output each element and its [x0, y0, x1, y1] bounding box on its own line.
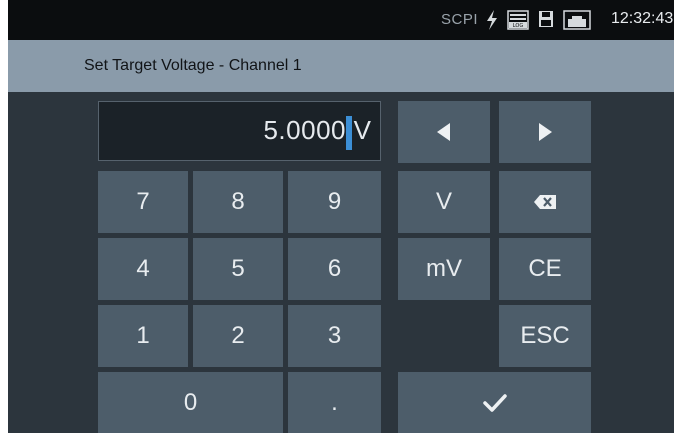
entry-unit: V	[353, 115, 371, 145]
flash-icon	[485, 10, 499, 35]
key-9[interactable]: 9	[288, 171, 381, 233]
key-4[interactable]: 4	[98, 238, 188, 300]
key-decimal-point[interactable]: .	[288, 372, 381, 433]
cursor-right-button[interactable]	[499, 101, 591, 163]
scpi-indicator: SCPI	[441, 11, 479, 28]
checkmark-icon	[482, 393, 507, 412]
dialog-title-bar: Set Target Voltage - Channel 1	[8, 40, 674, 92]
empty-key-slot	[398, 305, 490, 367]
key-8[interactable]: 8	[193, 171, 283, 233]
backspace-button[interactable]	[499, 171, 591, 233]
escape-button[interactable]: ESC	[499, 305, 591, 367]
svg-text:LOG: LOG	[513, 23, 524, 29]
backspace-icon	[534, 195, 556, 209]
key-2[interactable]: 2	[193, 305, 283, 367]
key-5[interactable]: 5	[193, 238, 283, 300]
value-entry-field[interactable]: 5.0000 V	[98, 101, 381, 161]
cursor-left-button[interactable]	[398, 101, 490, 163]
key-3[interactable]: 3	[288, 305, 381, 367]
status-bar: SCPI LOG 12:32:43	[8, 0, 674, 40]
arrow-right-icon	[538, 123, 552, 141]
clock: 12:32:43	[611, 10, 674, 27]
key-7[interactable]: 7	[98, 171, 188, 233]
text-cursor	[346, 116, 352, 150]
clear-entry-button[interactable]: CE	[499, 238, 591, 300]
key-1[interactable]: 1	[98, 305, 188, 367]
key-6[interactable]: 6	[288, 238, 381, 300]
log-icon: LOG	[507, 10, 529, 35]
network-icon	[563, 10, 591, 35]
arrow-left-icon	[437, 123, 451, 141]
key-0[interactable]: 0	[98, 372, 283, 433]
confirm-button[interactable]	[398, 372, 591, 433]
voltage-entry-screen: SCPI LOG 12:32:43 Set Target Voltage - C…	[8, 0, 674, 433]
unit-v-button[interactable]: V	[398, 171, 490, 233]
save-icon	[538, 10, 554, 33]
unit-mv-button[interactable]: mV	[398, 238, 490, 300]
dialog-title: Set Target Voltage - Channel 1	[84, 57, 302, 74]
entry-value: 5.0000	[263, 115, 346, 145]
